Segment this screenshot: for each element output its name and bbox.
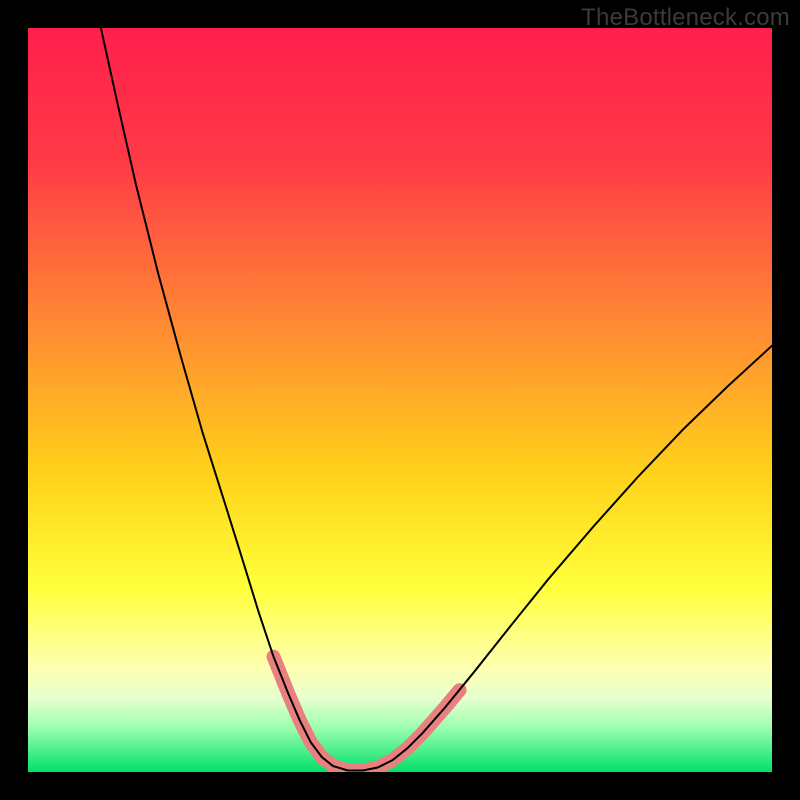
gradient-rect: [28, 28, 772, 772]
chart-frame: TheBottleneck.com: [0, 0, 800, 800]
plot-area: [28, 28, 772, 772]
gradient-background-chart: [28, 28, 772, 772]
